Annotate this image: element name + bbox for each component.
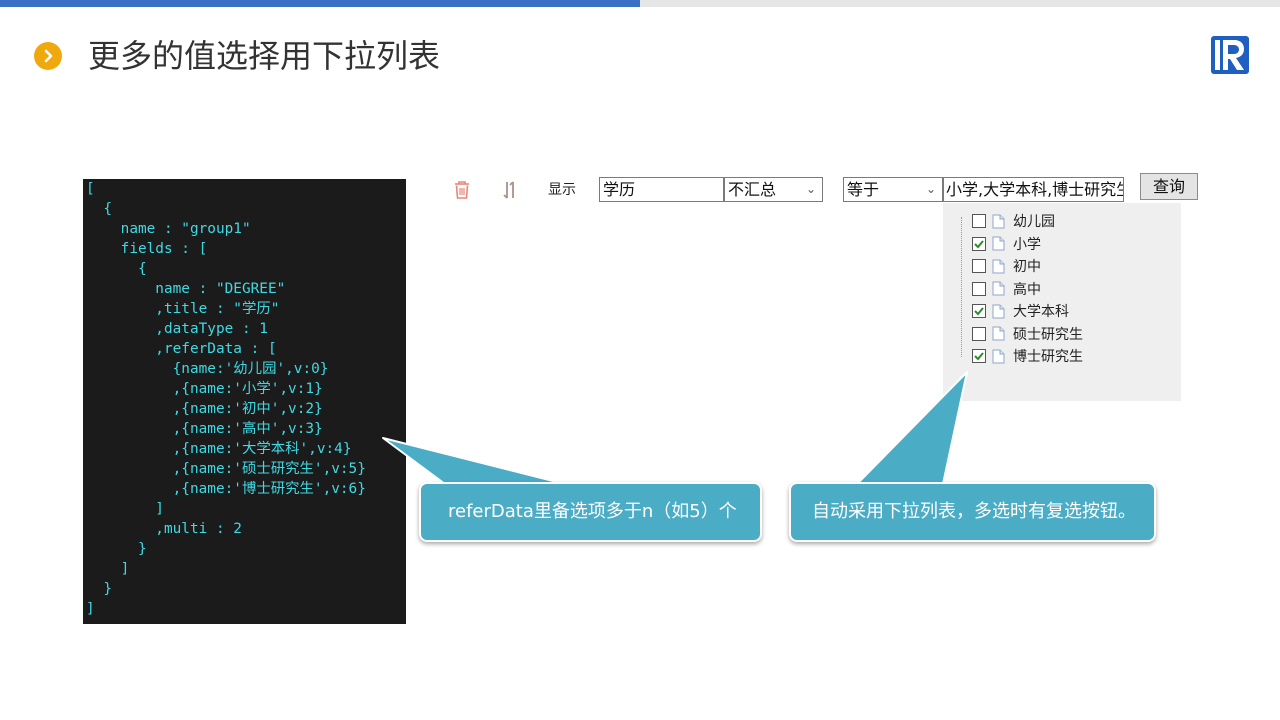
code-line: [ (86, 181, 95, 197)
code-line: ,title : "学历" (86, 301, 280, 317)
show-label: 显示 (548, 182, 576, 198)
dropdown-option[interactable]: 博士研究生 (972, 346, 1083, 366)
value-input[interactable]: 小学,大学本科,博士研究生 (943, 177, 1124, 202)
code-block: [ { name : "group1" fields : [ { name : … (83, 179, 406, 619)
checkbox-checked[interactable] (972, 349, 986, 363)
checkbox-unchecked[interactable] (972, 259, 986, 273)
operator-select[interactable]: 等于 ⌄ (843, 177, 943, 202)
dropdown-option-label: 初中 (1013, 259, 1041, 275)
code-line: } (86, 581, 112, 597)
tree-line (961, 217, 962, 357)
checkbox-checked[interactable] (972, 304, 986, 318)
top-gray-bar (640, 0, 1280, 7)
checkbox-checked[interactable] (972, 236, 986, 251)
dropdown-option-label: 大学本科 (1013, 304, 1069, 320)
code-panel: [ { name : "group1" fields : [ { name : … (83, 179, 406, 624)
query-button[interactable]: 查询 (1140, 173, 1198, 200)
checkbox-unchecked[interactable] (972, 214, 986, 228)
code-line: {name:'幼儿园',v:0} (86, 361, 329, 377)
callout-left-text: referData里备选项多于n（如5）个 (448, 501, 737, 522)
code-line: name : "group1" (86, 221, 251, 237)
dropdown-option[interactable]: 幼儿园 (972, 211, 1055, 231)
dropdown-option-label: 高中 (1013, 281, 1041, 298)
checkbox-unchecked[interactable] (972, 281, 986, 296)
sort-arrows-icon[interactable] (498, 178, 522, 202)
code-line: { (86, 261, 147, 277)
aggregate-value: 不汇总 (728, 180, 777, 199)
document-icon (992, 214, 1005, 229)
code-line: name : "DEGREE" (86, 281, 286, 297)
code-line: ,dataType : 1 (86, 321, 268, 337)
callout-left: referData里备选项多于n（如5）个 (419, 482, 762, 542)
dropdown-option-label: 硕士研究生 (1013, 326, 1083, 343)
document-icon (992, 259, 1005, 274)
code-line: ,{name:'高中',v:3} (86, 421, 323, 437)
code-line: ,{name:'大学本科',v:4} (86, 441, 352, 457)
code-line: ] (86, 601, 95, 617)
code-line: } (86, 541, 147, 557)
code-line: ,{name:'博士研究生',v:6} (86, 481, 366, 497)
code-line: ,multi : 2 (86, 521, 242, 537)
dropdown-option-label: 幼儿园 (1013, 214, 1055, 230)
runqian-logo-icon (1210, 35, 1250, 75)
dropdown-option[interactable]: 小学 (972, 234, 1041, 254)
code-line: ] (86, 501, 164, 517)
dropdown-option[interactable]: 初中 (972, 256, 1041, 276)
dropdown-option[interactable]: 高中 (972, 279, 1041, 299)
aggregate-select[interactable]: 不汇总 ⌄ (724, 177, 823, 202)
page-title: 更多的值选择用下拉列表 (88, 37, 441, 75)
dropdown-option-label: 博士研究生 (1013, 349, 1083, 365)
checkbox-unchecked[interactable] (972, 326, 986, 341)
field-select-input[interactable]: 学历 (599, 177, 724, 202)
callout-right-text: 自动采用下拉列表，多选时有复选按钮。 (812, 501, 1136, 522)
dropdown-option[interactable]: 硕士研究生 (972, 324, 1083, 344)
chevron-down-icon: ⌄ (805, 182, 816, 196)
document-icon (992, 304, 1005, 319)
code-line: ,{name:'初中',v:2} (86, 401, 323, 417)
operator-value: 等于 (847, 180, 880, 199)
document-icon (992, 281, 1005, 296)
code-line: fields : [ (86, 241, 208, 257)
code-line: ,referData : [ (86, 341, 277, 357)
top-accent-bar (0, 0, 640, 7)
dropdown-option-label: 小学 (1013, 236, 1041, 253)
code-line: ,{name:'小学',v:1} (86, 381, 323, 397)
callout-right: 自动采用下拉列表，多选时有复选按钮。 (789, 482, 1156, 542)
multi-select-dropdown: 幼儿园小学初中高中大学本科硕士研究生博士研究生 (943, 203, 1181, 401)
field-value: 学历 (603, 180, 636, 199)
code-line: ,{name:'硕士研究生',v:5} (86, 461, 366, 477)
code-line: { (86, 201, 112, 217)
chevron-right-icon (34, 42, 62, 70)
value-text: 小学,大学本科,博士研究生 (946, 180, 1124, 199)
trash-icon[interactable] (450, 178, 474, 202)
document-icon (992, 236, 1005, 251)
chevron-down-icon: ⌄ (925, 182, 936, 196)
dropdown-option[interactable]: 大学本科 (972, 301, 1069, 321)
document-icon (992, 326, 1005, 341)
code-line: ] (86, 561, 130, 577)
document-icon (992, 349, 1005, 364)
